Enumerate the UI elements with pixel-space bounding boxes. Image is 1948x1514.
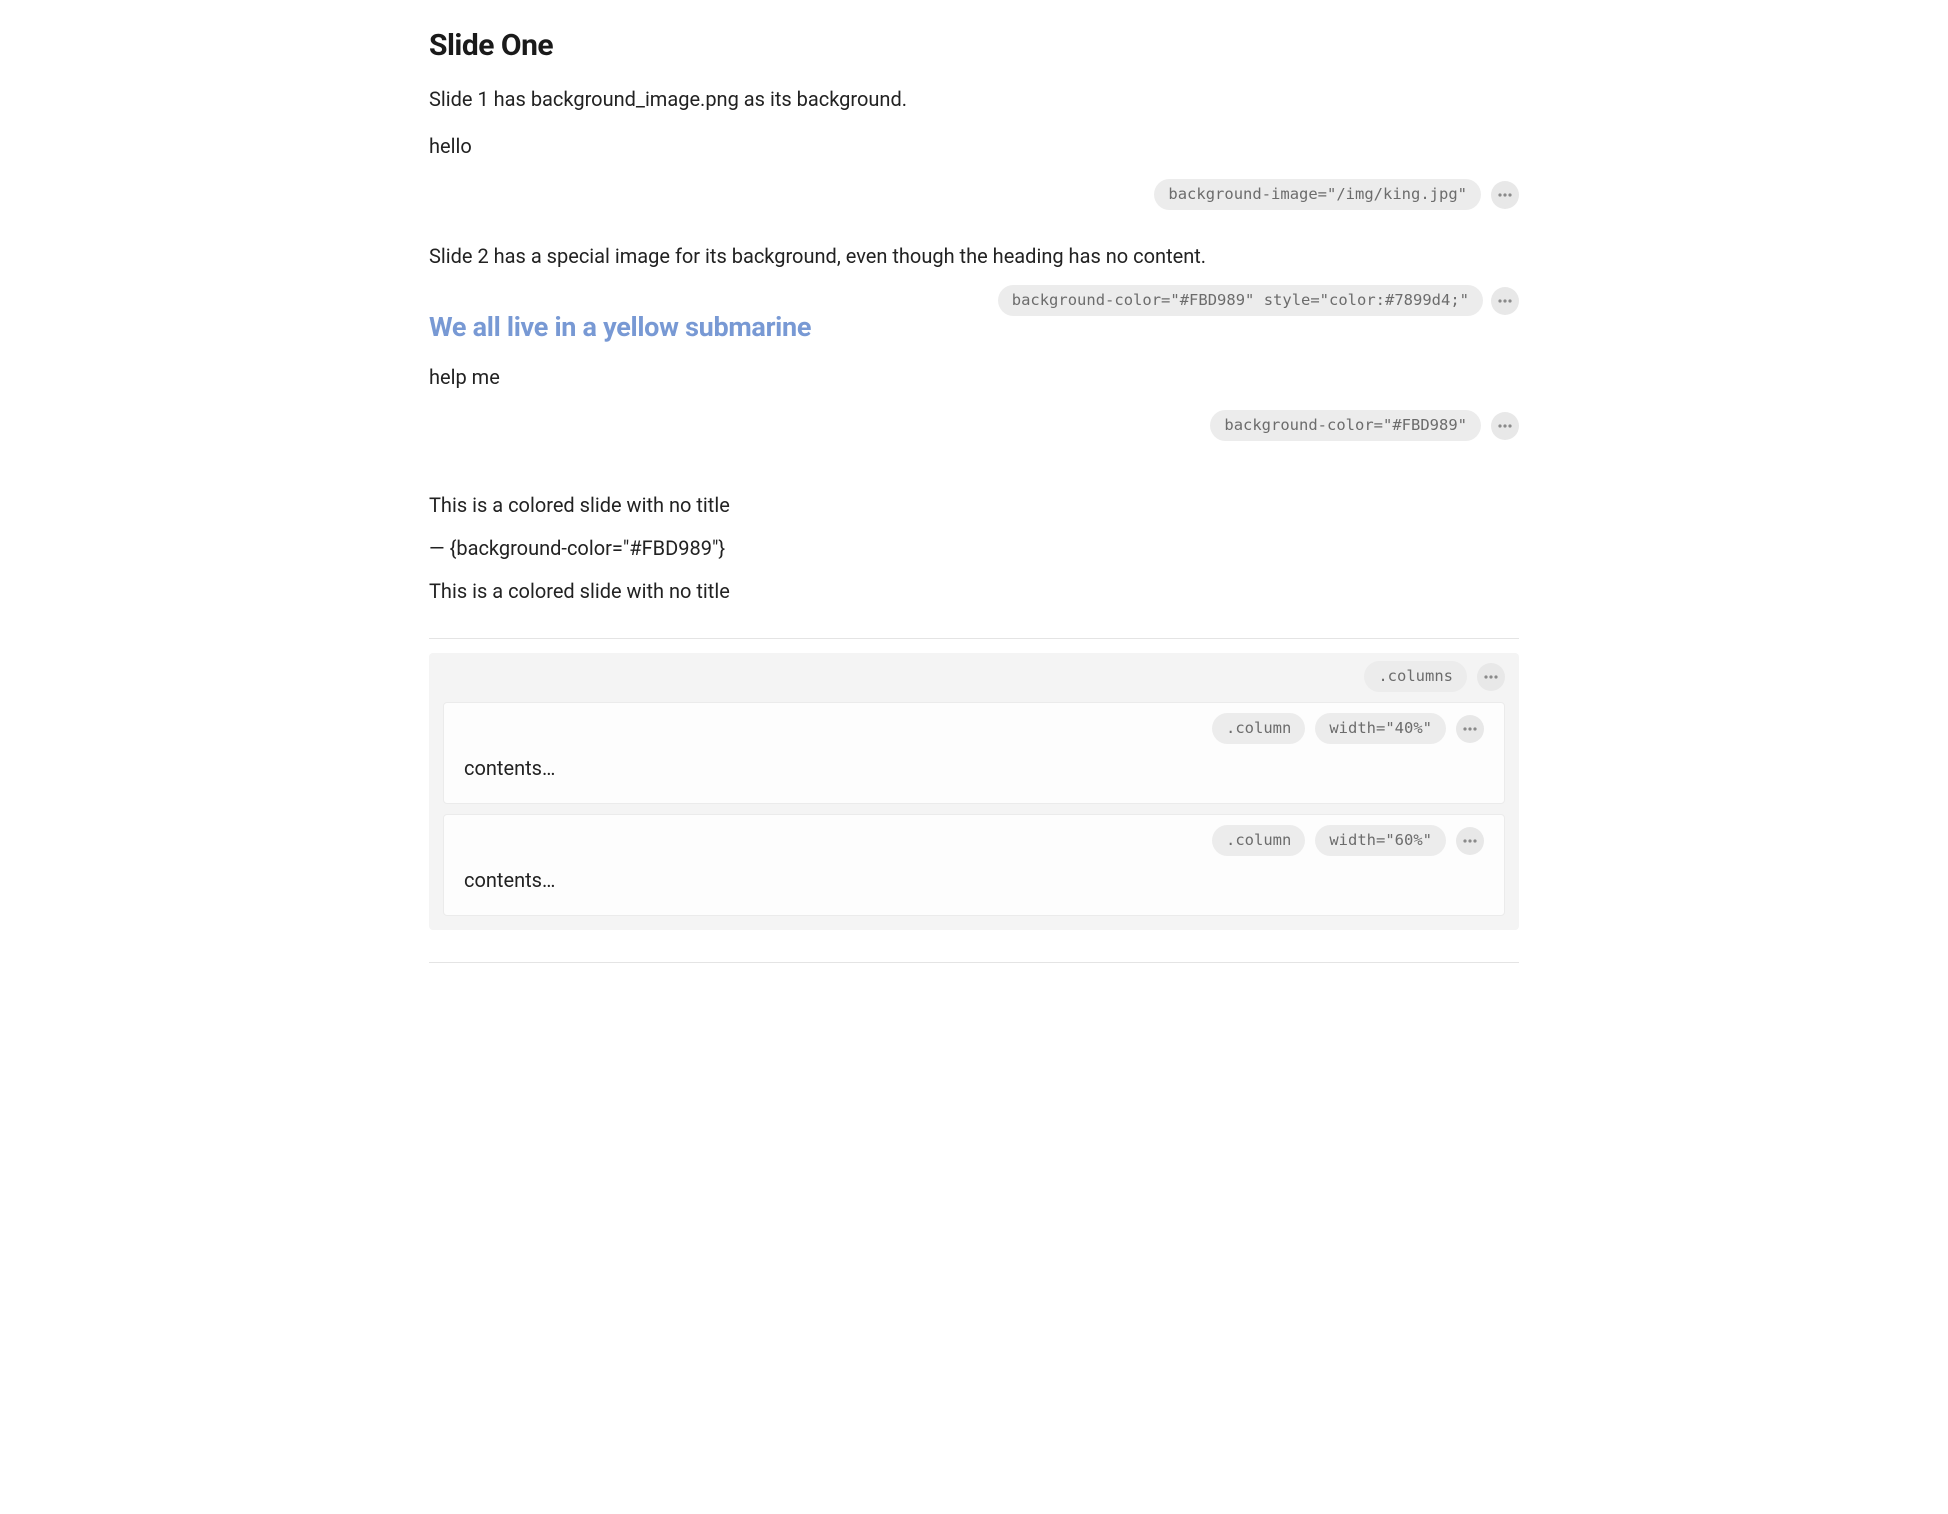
ellipsis-icon <box>1498 299 1512 303</box>
ellipsis-icon <box>1463 727 1477 731</box>
more-button[interactable] <box>1491 181 1519 209</box>
ellipsis-icon <box>1463 839 1477 843</box>
ellipsis-icon <box>1484 675 1498 679</box>
slide-three-line-3: This is a colored slide with no title <box>429 577 1519 606</box>
attr-pill[interactable]: background-color="#FBD989" <box>1210 410 1481 441</box>
column-2-content: contents… <box>464 866 1484 895</box>
slide-two-attr-row: background-color="#FBD989" <box>429 410 1519 441</box>
columns-attr-row: .columns <box>443 661 1505 692</box>
attr-pill[interactable]: width="40%" <box>1315 713 1446 744</box>
ellipsis-icon <box>1498 193 1512 197</box>
column-1-attr-row: .column width="40%" <box>464 713 1484 744</box>
attr-pill[interactable]: .columns <box>1364 661 1467 692</box>
attr-pill[interactable]: background-image="/img/king.jpg" <box>1154 179 1481 210</box>
slide-three: This is a colored slide with no title — … <box>429 491 1519 606</box>
column-block-2: .column width="60%" contents… <box>443 814 1505 916</box>
horizontal-rule <box>429 638 1519 639</box>
column-1-content: contents… <box>464 754 1484 783</box>
more-button[interactable] <box>1477 663 1505 691</box>
more-button[interactable] <box>1456 715 1484 743</box>
slide-three-line-2: — {background-color="#FBD989"} <box>429 534 1519 563</box>
slide-one-title: Slide One <box>429 28 1519 63</box>
slide-two-body-2: help me <box>429 363 1519 392</box>
accent-heading: We all live in a yellow submarine <box>429 311 811 343</box>
slide-one-attr-row: background-image="/img/king.jpg" <box>429 179 1519 210</box>
heading-attr-row: background-color="#FBD989" style="color:… <box>998 285 1519 316</box>
document-page: Slide One Slide 1 has background_image.p… <box>429 0 1519 1003</box>
slide-two-body-1: Slide 2 has a special image for its back… <box>429 242 1519 271</box>
heading-row: background-color="#FBD989" style="color:… <box>429 289 1519 363</box>
more-button[interactable] <box>1491 287 1519 315</box>
attr-pill[interactable]: .column <box>1212 713 1305 744</box>
slide-one-body-1: Slide 1 has background_image.png as its … <box>429 85 1519 114</box>
more-button[interactable] <box>1491 412 1519 440</box>
attr-pill[interactable]: width="60%" <box>1315 825 1446 856</box>
attr-pill[interactable]: .column <box>1212 825 1305 856</box>
attr-pill[interactable]: background-color="#FBD989" style="color:… <box>998 285 1483 316</box>
slide-three-line-1: This is a colored slide with no title <box>429 491 1519 520</box>
column-block-1: .column width="40%" contents… <box>443 702 1505 804</box>
slide-one-body-2: hello <box>429 132 1519 161</box>
more-button[interactable] <box>1456 827 1484 855</box>
horizontal-rule <box>429 962 1519 963</box>
column-2-attr-row: .column width="60%" <box>464 825 1484 856</box>
ellipsis-icon <box>1498 424 1512 428</box>
columns-block: .columns .column width="40%" <box>429 653 1519 930</box>
